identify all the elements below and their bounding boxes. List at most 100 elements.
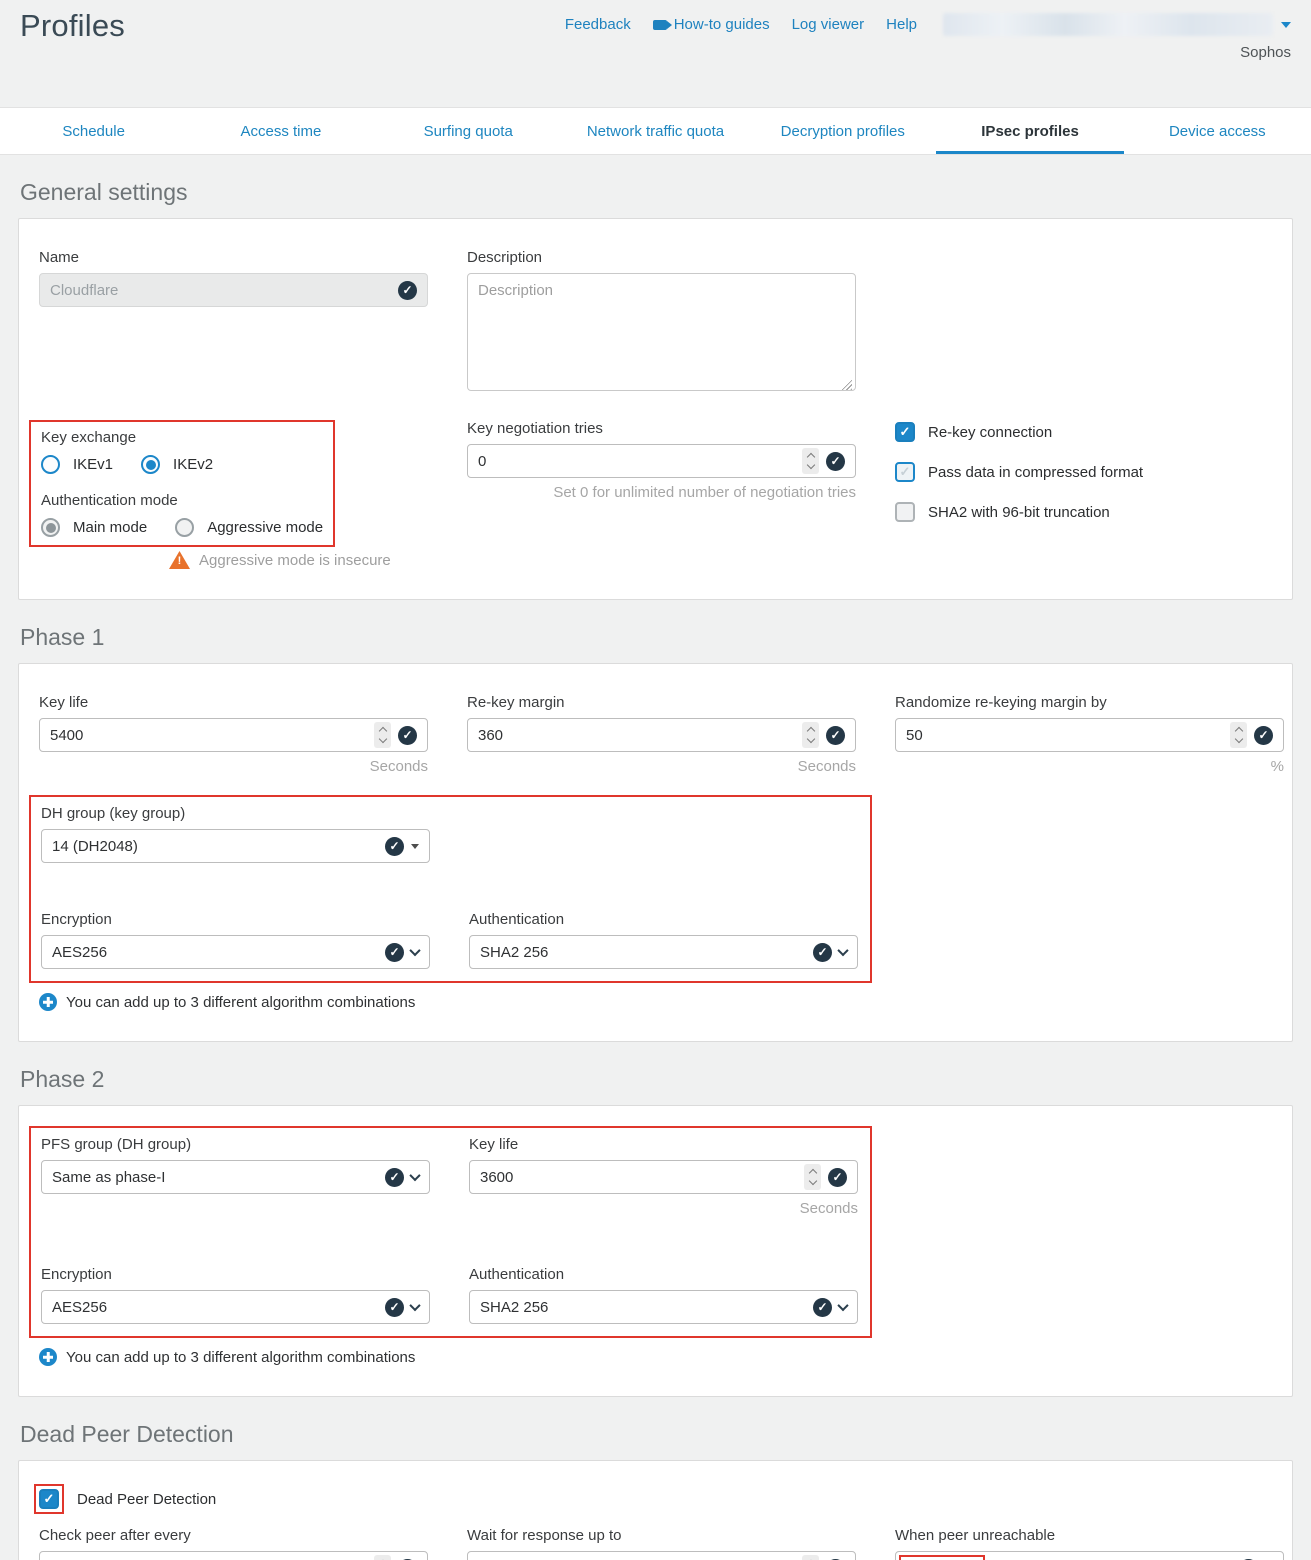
phase2-heading: Phase 2 (20, 1066, 1291, 1093)
number-spinner[interactable] (374, 722, 391, 748)
phase1-encryption-label: Encryption (41, 911, 430, 928)
randomize-margin-field[interactable] (906, 719, 1230, 751)
how-to-guides-link[interactable]: How-to guides (653, 16, 770, 33)
when-unreachable-label: When peer unreachable (895, 1527, 1284, 1544)
dpd-enable-checkbox[interactable]: Dead Peer Detection (39, 1489, 1282, 1509)
video-camera-icon (653, 20, 667, 30)
radio-ikev1[interactable]: IKEv1 (41, 455, 113, 474)
chevron-down-icon (409, 945, 420, 956)
dh-group-select[interactable]: 14 (DH2048) (41, 829, 430, 863)
rekey-margin-input[interactable] (467, 718, 856, 752)
checkbox-unchecked-icon[interactable] (895, 502, 915, 522)
name-input-field (50, 274, 398, 306)
radio-ikev2[interactable]: IKEv2 (141, 455, 213, 474)
wait-response-input[interactable] (467, 1551, 856, 1560)
phase2-encryption-select[interactable]: AES256 (41, 1290, 430, 1324)
valid-check-icon (385, 943, 404, 962)
radio-ikev1-icon[interactable] (41, 455, 60, 474)
tab-decryption-profiles[interactable]: Decryption profiles (749, 108, 936, 154)
tab-network-traffic-quota[interactable]: Network traffic quota (562, 108, 749, 154)
tab-bar: Schedule Access time Surfing quota Netwo… (0, 107, 1311, 155)
phase1-encryption-select[interactable]: AES256 (41, 935, 430, 969)
chevron-down-icon (409, 1300, 420, 1311)
phase2-key-life-label: Key life (469, 1136, 858, 1153)
feedback-link[interactable]: Feedback (565, 16, 631, 33)
phase1-key-life-field[interactable] (50, 719, 374, 751)
number-spinner[interactable] (804, 1164, 821, 1190)
number-spinner[interactable] (1230, 722, 1247, 748)
sha2-truncation-checkbox[interactable]: SHA2 with 96-bit truncation (895, 502, 1284, 522)
key-negotiation-tries-label: Key negotiation tries (467, 420, 856, 437)
checkbox-partial-icon[interactable] (895, 462, 915, 482)
account-dropdown[interactable] (943, 13, 1291, 36)
valid-check-icon (813, 943, 832, 962)
tab-device-access[interactable]: Device access (1124, 108, 1311, 154)
radio-aggressive-mode: Aggressive mode (175, 518, 323, 537)
phase1-key-life-input[interactable] (39, 718, 428, 752)
phase1-card: Key life Seconds Re-key margin (18, 663, 1293, 1042)
add-combination-button[interactable] (39, 993, 57, 1011)
when-unreachable-select[interactable]: Re-initiate (895, 1551, 1284, 1560)
log-viewer-link[interactable]: Log viewer (792, 16, 865, 33)
randomize-margin-input[interactable] (895, 718, 1284, 752)
name-label: Name (39, 249, 428, 266)
phase2-authentication-select[interactable]: SHA2 256 (469, 1290, 858, 1324)
phase1-heading: Phase 1 (20, 624, 1291, 651)
number-spinner[interactable] (374, 1555, 391, 1560)
tab-surfing-quota[interactable]: Surfing quota (375, 108, 562, 154)
number-spinner[interactable] (802, 448, 819, 474)
phase2-encryption-label: Encryption (41, 1266, 430, 1283)
aggressive-mode-warning: Aggressive mode is insecure (199, 552, 391, 569)
key-negotiation-tries-input[interactable] (467, 444, 856, 478)
name-input (39, 273, 428, 307)
phase1-key-life-unit: Seconds (39, 758, 428, 775)
radio-main-mode-icon (41, 518, 60, 537)
phase2-key-life-field[interactable] (480, 1161, 804, 1193)
dpd-heading: Dead Peer Detection (20, 1421, 1291, 1448)
valid-check-icon (398, 726, 417, 745)
caret-down-icon (1281, 22, 1291, 28)
tab-schedule[interactable]: Schedule (0, 108, 187, 154)
valid-check-icon (813, 1298, 832, 1317)
radio-aggressive-mode-icon (175, 518, 194, 537)
phase1-key-life-label: Key life (39, 694, 428, 711)
phase1-note: You can add up to 3 different algorithm … (66, 994, 415, 1011)
phase2-key-life-unit: Seconds (469, 1200, 858, 1217)
account-name-redacted (943, 13, 1273, 36)
rekey-margin-field[interactable] (478, 719, 802, 751)
tab-access-time[interactable]: Access time (187, 108, 374, 154)
valid-check-icon (398, 281, 417, 300)
number-spinner[interactable] (802, 1555, 819, 1560)
rekey-connection-checkbox[interactable]: Re-key connection (895, 422, 1284, 442)
general-settings-card: Name Description Key exchange (18, 218, 1293, 600)
add-combination-button[interactable] (39, 1348, 57, 1366)
tab-ipsec-profiles[interactable]: IPsec profiles (936, 108, 1123, 154)
description-textarea[interactable] (467, 273, 856, 391)
annotation-box-phase2-algorithms: PFS group (DH group) Same as phase-I Key… (29, 1126, 872, 1338)
phase2-card: PFS group (DH group) Same as phase-I Key… (18, 1105, 1293, 1397)
annotation-box-dpd-checkbox (34, 1484, 64, 1514)
chevron-down-icon (409, 1170, 420, 1181)
check-peer-field[interactable] (50, 1552, 374, 1560)
number-spinner[interactable] (802, 722, 819, 748)
help-link[interactable]: Help (886, 16, 917, 33)
radio-ikev2-icon[interactable] (141, 455, 160, 474)
brand-label: Sophos (565, 44, 1291, 61)
valid-check-icon (1254, 726, 1273, 745)
chevron-down-icon (837, 945, 848, 956)
phase1-authentication-select[interactable]: SHA2 256 (469, 935, 858, 969)
phase2-key-life-input[interactable] (469, 1160, 858, 1194)
checkbox-checked-icon[interactable] (39, 1489, 59, 1509)
general-settings-heading: General settings (20, 179, 1291, 206)
valid-check-icon (385, 1168, 404, 1187)
phase1-authentication-label: Authentication (469, 911, 858, 928)
authentication-mode-label: Authentication mode (41, 492, 323, 509)
chevron-down-icon (837, 1300, 848, 1311)
wait-response-field[interactable] (478, 1552, 802, 1560)
checkbox-checked-icon[interactable] (895, 422, 915, 442)
pass-data-compressed-checkbox[interactable]: Pass data in compressed format (895, 462, 1284, 482)
key-negotiation-tries-field[interactable] (478, 445, 802, 477)
check-peer-input[interactable] (39, 1551, 428, 1560)
pfs-group-select[interactable]: Same as phase-I (41, 1160, 430, 1194)
warning-triangle-icon (169, 551, 190, 569)
